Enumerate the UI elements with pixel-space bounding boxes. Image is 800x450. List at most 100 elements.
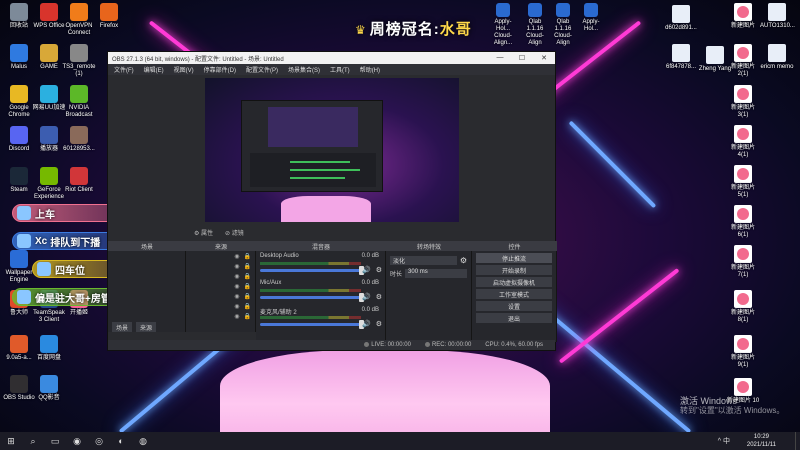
desktop-icon[interactable]: 9.0a5-a... [2, 335, 36, 362]
close-button[interactable]: ✕ [533, 54, 555, 62]
chrome-icon[interactable]: ◉ [66, 432, 88, 450]
desktop-icon[interactable]: 回收站 [2, 3, 36, 30]
lock-icon[interactable]: 🔒 [244, 293, 251, 300]
transition-select[interactable]: 淡化 [390, 255, 457, 265]
speaker-icon[interactable]: 🔊 [362, 293, 371, 301]
source-item[interactable]: ◉ 🔒 [186, 311, 255, 321]
desktop-icon[interactable]: GAME [32, 44, 66, 71]
task-view-icon[interactable]: ▭ [44, 432, 66, 450]
menu-scene-collection[interactable]: 场景集合(S) [288, 65, 320, 74]
desktop-icon[interactable]: NVIDIA Broadcast [62, 85, 96, 119]
menu-view[interactable]: 视图(V) [174, 65, 194, 74]
volume-fader[interactable] [260, 266, 364, 275]
image-file-icon[interactable]: 新建图片 8(1) [726, 290, 760, 324]
desktop-icon[interactable]: 网易UU加速 [32, 85, 66, 112]
source-item[interactable]: ◉ 🔒 [186, 281, 255, 291]
desktop-icon[interactable]: OBS Studio [2, 375, 36, 402]
source-item[interactable]: ◉ 🔒 [186, 301, 255, 311]
sources-dock[interactable]: ◉ 🔒 ◉ 🔒 ◉ 🔒 ◉ 🔒 ◉ 🔒 ◉ 🔒 ◉ 🔒 [186, 251, 256, 332]
document-file-icon[interactable]: 6f847878... [664, 44, 698, 71]
transition-gear-icon[interactable]: ⚙ [460, 256, 467, 265]
duration-input[interactable]: 300 ms [405, 268, 467, 278]
desktop-icon[interactable]: Firefox [92, 3, 126, 30]
desktop-icon[interactable]: Discord [2, 126, 36, 153]
image-file-icon[interactable]: 新建图片 9(1) [726, 335, 760, 369]
desktop-icon[interactable]: Qlab 1.1.16 Cloud-Align [548, 3, 578, 47]
visibility-eye-icon[interactable]: ◉ [234, 313, 239, 320]
desktop-icon[interactable]: WPS Office [32, 3, 66, 30]
start-icon[interactable]: ⊞ [0, 432, 22, 450]
visibility-eye-icon[interactable]: ◉ [234, 253, 239, 260]
lock-icon[interactable]: 🔒 [244, 283, 251, 290]
desktop-icon[interactable]: Google Chrome [2, 85, 36, 119]
menu-help[interactable]: 帮助(H) [360, 65, 380, 74]
lock-icon[interactable]: 🔒 [244, 303, 251, 310]
settings-button[interactable]: 设置 [476, 301, 552, 311]
speaker-icon[interactable]: 🔊 [362, 266, 371, 274]
gear-icon[interactable]: ⚙ [376, 320, 382, 328]
qq-icon[interactable]: ◐ [110, 432, 132, 450]
desktop-icon[interactable]: Apply-Hol... [576, 3, 606, 33]
desktop-icon[interactable]: QQ影音 [32, 375, 66, 402]
lock-icon[interactable]: 🔒 [244, 263, 251, 270]
desktop-icon[interactable]: 60128953... [62, 126, 96, 153]
minimize-button[interactable]: — [489, 54, 511, 62]
scene-tab-sources[interactable]: 来源 [136, 322, 157, 332]
system-tray[interactable]: ^ 中 [718, 436, 730, 446]
scenes-dock[interactable]: 场景 来源 [108, 251, 186, 332]
desktop-icon[interactable]: Riot Client [62, 167, 96, 194]
obs-icon[interactable]: ◍ [132, 432, 154, 450]
chrome-icon-2[interactable]: ◎ [88, 432, 110, 450]
desktop-icon[interactable]: Malus [2, 44, 36, 71]
desktop-icon[interactable]: OpenVPN Connect [62, 3, 96, 37]
search-icon[interactable]: ⌕ [22, 432, 44, 450]
menu-tools[interactable]: 工具(T) [330, 65, 350, 74]
obs-preview[interactable] [205, 78, 459, 222]
visibility-eye-icon[interactable]: ◉ [234, 303, 239, 310]
document-file-icon[interactable]: ericm memo [760, 44, 794, 71]
obs-window[interactable]: OBS 27.1.3 (64 bit, windows) - 配置文件: Unt… [107, 51, 557, 351]
document-file-icon[interactable]: AUTO1310... [760, 3, 795, 30]
menu-edit[interactable]: 编辑(E) [144, 65, 164, 74]
image-file-icon[interactable]: 新建图片 6(1) [726, 205, 760, 239]
image-file-icon[interactable]: 新建图片 10 [726, 378, 760, 405]
source-item[interactable]: ◉ 🔒 [186, 251, 255, 261]
lock-icon[interactable]: 🔒 [244, 273, 251, 280]
scene-tab-scenes[interactable]: 场景 [112, 322, 133, 332]
image-file-icon[interactable]: 新建图片 2(1) [726, 44, 760, 78]
desktop-icon[interactable]: Steam [2, 167, 36, 194]
image-file-icon[interactable]: 新建图片 3(1) [726, 85, 760, 119]
stop-streaming-button[interactable]: 停止推流 [476, 253, 552, 263]
image-file-icon[interactable]: 新建图片 [726, 3, 760, 30]
image-file-icon[interactable]: 新建图片 5(1) [726, 165, 760, 199]
menu-file[interactable]: 文件(F) [114, 65, 134, 74]
filters-button[interactable]: ⊘ 滤镜 [225, 228, 244, 237]
properties-button[interactable]: ⚙ 属性 [194, 228, 213, 237]
source-item[interactable]: ◉ 🔒 [186, 271, 255, 281]
visibility-eye-icon[interactable]: ◉ [234, 293, 239, 300]
menu-profile[interactable]: 配置文件(P) [246, 65, 278, 74]
desktop-icon[interactable]: GeForce Experience [32, 167, 66, 201]
start-virtual-camera-button[interactable]: 启动虚拟摄像机 [476, 277, 552, 287]
desktop-icon[interactable]: 播放器 [32, 126, 66, 153]
taskbar-clock[interactable]: 10:29 2021/11/11 [747, 433, 776, 449]
speaker-icon[interactable]: 🔊 [362, 320, 371, 328]
image-file-icon[interactable]: 新建图片 4(1) [726, 125, 760, 159]
gear-icon[interactable]: ⚙ [376, 293, 382, 301]
gear-icon[interactable]: ⚙ [376, 266, 382, 274]
volume-fader[interactable] [260, 293, 364, 302]
exit-button[interactable]: 退出 [476, 313, 552, 323]
lock-icon[interactable]: 🔒 [244, 313, 251, 320]
menu-docks[interactable]: 停靠部件(D) [204, 65, 236, 74]
source-item[interactable]: ◉ 🔒 [186, 291, 255, 301]
lock-icon[interactable]: 🔒 [244, 253, 251, 260]
desktop-icon[interactable]: Qlab 1.1.16 Cloud-Align [520, 3, 550, 47]
studio-mode-button[interactable]: 工作室模式 [476, 289, 552, 299]
visibility-eye-icon[interactable]: ◉ [234, 273, 239, 280]
show-desktop-button[interactable] [795, 432, 800, 450]
visibility-eye-icon[interactable]: ◉ [234, 283, 239, 290]
maximize-button[interactable]: ☐ [511, 54, 533, 62]
source-item[interactable]: ◉ 🔒 [186, 261, 255, 271]
start-recording-button[interactable]: 开始录制 [476, 265, 552, 275]
desktop-icon[interactable]: 百度网盘 [32, 335, 66, 362]
